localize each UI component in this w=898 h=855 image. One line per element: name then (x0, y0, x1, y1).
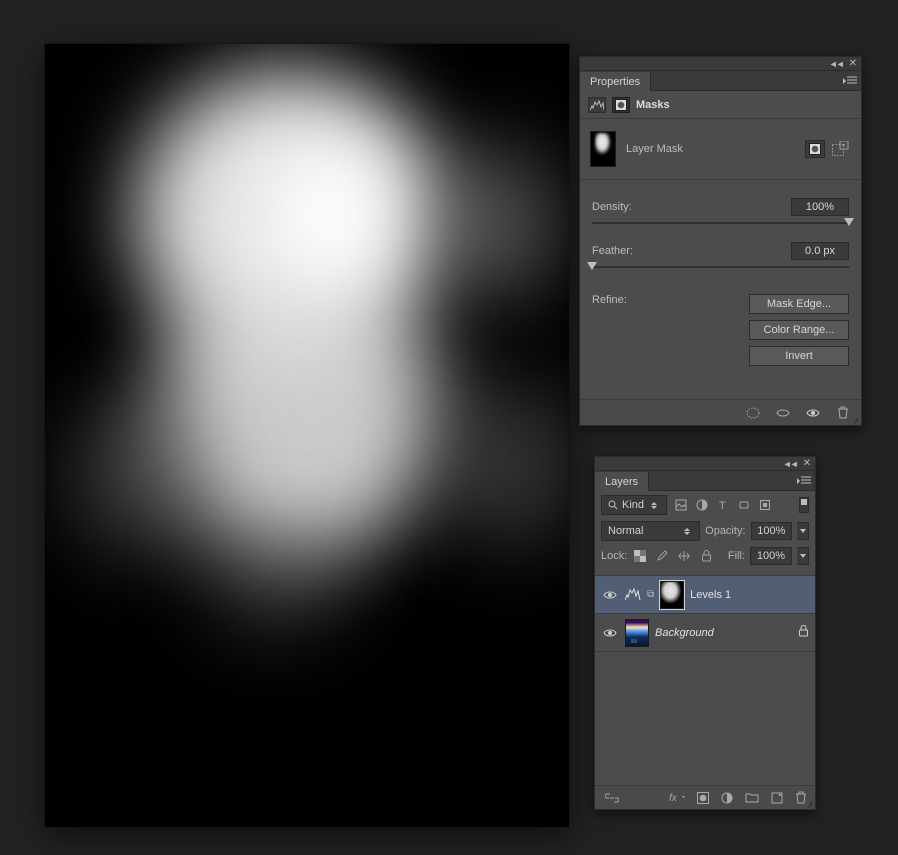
density-field[interactable]: 100% (791, 198, 849, 216)
resize-grip[interactable] (805, 799, 813, 807)
feather-knob[interactable] (587, 262, 597, 270)
filter-kind-label: Kind (622, 499, 644, 511)
collapse-icon[interactable]: ◄◄ (829, 59, 843, 69)
load-selection-icon[interactable] (745, 406, 761, 420)
mask-thumbnail[interactable] (590, 131, 616, 167)
mask-thumb[interactable] (660, 581, 684, 609)
filter-toggle[interactable] (799, 497, 809, 513)
add-vector-mask-icon[interactable] (831, 140, 851, 158)
toggle-mask-icon[interactable] (805, 406, 821, 420)
filter-kind-select[interactable]: Kind (601, 495, 667, 515)
lock-pixels-icon[interactable] (654, 548, 670, 564)
density-slider[interactable] (592, 222, 849, 224)
density-row: Density: 100% (592, 198, 849, 224)
invert-button[interactable]: Invert (749, 346, 849, 366)
layers-panel: ◄◄ ✕ Layers Kind T (594, 456, 816, 810)
link-layers-icon[interactable] (605, 793, 619, 803)
close-icon[interactable]: ✕ (849, 58, 857, 69)
opacity-field[interactable]: 100% (751, 522, 793, 540)
mask-edge-button[interactable]: Mask Edge... (749, 294, 849, 314)
lock-row: Lock: Fill: 100% (601, 547, 809, 565)
layer-name[interactable]: Levels 1 (690, 589, 731, 601)
feather-row: Feather: 0.0 px (592, 242, 849, 268)
filter-type-icon[interactable]: T (714, 496, 732, 514)
layer-list: ⧉ Levels 1 Background (595, 575, 815, 652)
close-icon[interactable]: ✕ (803, 458, 811, 469)
filter-shape-icon[interactable] (735, 496, 753, 514)
svg-text:T: T (719, 500, 726, 511)
blend-mode-select[interactable]: Normal (601, 521, 700, 541)
group-icon[interactable] (745, 792, 759, 803)
feather-field[interactable]: 0.0 px (791, 242, 849, 260)
masks-label: Masks (636, 99, 670, 111)
refine-label: Refine: (592, 294, 627, 306)
mask-link-icon[interactable]: ⧉ (647, 589, 654, 600)
adjustment-icon[interactable] (721, 792, 733, 804)
levels-icon (625, 588, 641, 601)
layer-mask-label: Layer Mask (626, 143, 683, 155)
color-range-button[interactable]: Color Range... (749, 320, 849, 340)
tab-properties[interactable]: Properties (580, 72, 651, 91)
properties-panel: ◄◄ ✕ Properties Masks (579, 56, 862, 426)
fill-field[interactable]: 100% (750, 547, 792, 565)
delete-mask-icon[interactable] (835, 406, 851, 420)
feather-slider[interactable] (592, 266, 849, 268)
lock-transparent-icon[interactable] (632, 548, 648, 564)
layer-name[interactable]: Background (655, 627, 714, 639)
levels-icon[interactable] (588, 97, 606, 113)
feather-label: Feather: (592, 245, 633, 257)
layer-row[interactable]: ⧉ Levels 1 (595, 576, 815, 614)
filter-smart-icon[interactable] (756, 496, 774, 514)
panel-header: ◄◄ ✕ (595, 457, 815, 471)
mask-icon[interactable] (612, 97, 630, 113)
document-canvas[interactable] (45, 44, 569, 827)
visibility-toggle[interactable] (601, 628, 619, 638)
collapse-icon[interactable]: ◄◄ (783, 459, 797, 469)
fill-label: Fill: (728, 550, 745, 562)
lock-all-icon[interactable] (698, 548, 714, 564)
refine-row: Refine: Mask Edge... Color Range... Inve… (580, 292, 861, 378)
filter-row: Kind T (601, 495, 809, 515)
add-mask-icon[interactable] (697, 792, 709, 804)
layers-footer: fx (595, 785, 815, 809)
fx-icon[interactable]: fx (669, 792, 685, 803)
panel-menu-icon[interactable] (843, 76, 857, 86)
lock-position-icon[interactable] (676, 548, 692, 564)
properties-footer (580, 399, 861, 425)
new-layer-icon[interactable] (771, 792, 783, 804)
layer-row[interactable]: Background (595, 614, 815, 652)
lock-icon (798, 625, 809, 640)
select-pixel-mask-icon[interactable] (805, 140, 825, 158)
panel-menu-icon[interactable] (797, 476, 811, 486)
blend-row: Normal Opacity: 100% (601, 521, 809, 541)
blend-mode-label: Normal (608, 525, 643, 537)
property-type-row: Masks (580, 91, 861, 119)
tab-layers[interactable]: Layers (595, 472, 649, 491)
layer-thumb[interactable] (625, 619, 649, 647)
opacity-label: Opacity: (705, 525, 745, 537)
fill-arrow[interactable] (797, 547, 809, 565)
tab-bar: Properties (580, 71, 861, 91)
density-knob[interactable] (844, 218, 854, 226)
resize-grip[interactable] (851, 415, 859, 423)
visibility-toggle[interactable] (601, 590, 619, 600)
panel-header: ◄◄ ✕ (580, 57, 861, 71)
mask-artwork (45, 44, 569, 827)
opacity-arrow[interactable] (797, 522, 809, 540)
svg-text:fx: fx (669, 793, 678, 803)
density-label: Density: (592, 201, 632, 213)
filter-adjust-icon[interactable] (693, 496, 711, 514)
lock-label: Lock: (601, 550, 627, 562)
filter-pixel-icon[interactable] (672, 496, 690, 514)
mask-thumb-row: Layer Mask (580, 119, 861, 180)
tab-bar: Layers (595, 471, 815, 491)
apply-mask-icon[interactable] (775, 406, 791, 420)
